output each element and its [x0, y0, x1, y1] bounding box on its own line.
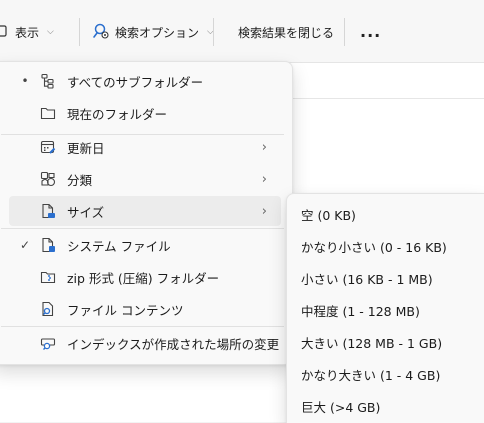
- close-search-label: 検索結果を閉じる: [238, 25, 335, 40]
- size-submenu: 空 (0 KB) かなり小さい (0 - 16 KB) 小さい (16 KB -…: [286, 193, 484, 423]
- search-options-icon: [92, 22, 110, 43]
- file-size-icon: [39, 202, 57, 220]
- menu-item-label: すべてのサブフォルダー: [67, 74, 204, 90]
- size-option-small[interactable]: 小さい (16 KB - 1 MB): [301, 265, 433, 291]
- chevron-right-icon: ›: [261, 139, 267, 155]
- size-option-gigantic[interactable]: 巨大 (>4 GB): [301, 393, 380, 419]
- menu-item-zip-folders[interactable]: zip 形式 (圧縮) フォルダー: [9, 262, 281, 292]
- index-location-icon: [39, 334, 57, 352]
- menu-item-label: インデックスが作成された場所の変更: [67, 336, 280, 352]
- zip-folder-icon: [39, 268, 57, 286]
- menu-item-label: zip 形式 (圧縮) フォルダー: [67, 270, 220, 286]
- size-option-medium[interactable]: 中程度 (1 - 128 MB): [301, 297, 420, 323]
- chevron-right-icon: ›: [261, 171, 267, 187]
- size-option-empty[interactable]: 空 (0 KB): [301, 201, 356, 227]
- search-options-button[interactable]: 検索オプション ⌵: [92, 22, 214, 42]
- view-label: 表示: [15, 25, 40, 40]
- menu-item-label: システム ファイル: [67, 238, 171, 254]
- folder-icon: [39, 104, 57, 122]
- system-file-icon: [39, 236, 57, 254]
- divider: [290, 98, 484, 99]
- kind-icon: [39, 170, 57, 188]
- menu-item-label: 現在のフォルダー: [67, 106, 168, 122]
- view-icon: [0, 24, 10, 41]
- menu-item-label: サイズ: [67, 204, 105, 220]
- menu-item-date-modified[interactable]: 更新日 ›: [9, 132, 281, 162]
- menu-item-all-subfolders[interactable]: • すべてのサブフォルダー: [9, 66, 281, 96]
- menu-item-current-folder[interactable]: 現在のフォルダー: [9, 98, 281, 128]
- menu-item-change-indexed-locations[interactable]: インデックスが作成された場所の変更: [9, 328, 281, 358]
- selected-bullet-icon: •: [21, 74, 29, 88]
- command-bar: 表示 ⌵ 検索オプション ⌵ 検索結果を閉じる ...: [0, 0, 484, 63]
- size-option-huge[interactable]: かなり大きい (1 - 4 GB): [301, 361, 440, 387]
- size-option-large[interactable]: 大きい (128 MB - 1 GB): [301, 329, 442, 355]
- menu-item-label: 分類: [67, 172, 93, 188]
- size-option-tiny[interactable]: かなり小さい (0 - 16 KB): [301, 233, 447, 259]
- menu-item-label: 更新日: [67, 140, 105, 156]
- more-options-icon[interactable]: ...: [360, 22, 381, 41]
- menu-item-kind[interactable]: 分類 ›: [9, 164, 281, 194]
- toolbar-separator: [213, 18, 214, 46]
- menu-item-label: ファイル コンテンツ: [67, 302, 184, 318]
- chevron-down-icon: ⌵: [47, 27, 54, 37]
- view-button[interactable]: 表示 ⌵: [0, 22, 54, 42]
- toolbar-separator: [344, 18, 345, 46]
- search-options-label: 検索オプション: [115, 25, 200, 40]
- chevron-right-icon: ›: [261, 203, 267, 219]
- menu-item-file-contents[interactable]: ファイル コンテンツ: [9, 294, 281, 324]
- calendar-icon: [39, 138, 57, 156]
- search-options-menu: • すべてのサブフォルダー 現在のフォルダー 更新日 › 分類 › サイズ › …: [0, 61, 293, 365]
- menu-item-system-files[interactable]: ✓ システム ファイル: [9, 230, 281, 260]
- menu-item-size[interactable]: サイズ ›: [9, 196, 281, 226]
- checkmark-icon: ✓: [19, 238, 31, 252]
- subfolders-icon: [39, 72, 57, 90]
- close-search-button[interactable]: 検索結果を閉じる: [238, 22, 334, 42]
- menu-separator: [1, 228, 284, 229]
- toolbar-separator: [79, 18, 80, 46]
- file-content-icon: [39, 300, 57, 318]
- menu-separator: [1, 326, 284, 327]
